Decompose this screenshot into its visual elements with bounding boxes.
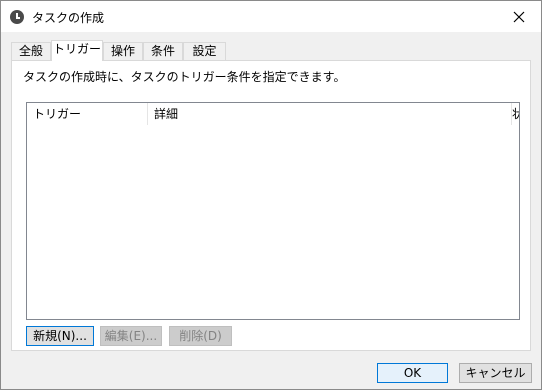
edit-trigger-button[interactable]: 編集(E)...	[100, 326, 162, 346]
title-bar: タスクの作成	[1, 1, 541, 32]
trigger-list[interactable]: トリガー 詳細 状	[26, 102, 520, 320]
tab-settings[interactable]: 設定	[183, 42, 226, 60]
column-header-status[interactable]: 状	[512, 103, 519, 125]
list-header: トリガー 詳細 状	[27, 103, 519, 125]
tab-triggers[interactable]: トリガー	[51, 40, 103, 61]
new-trigger-button[interactable]: 新規(N)...	[26, 326, 94, 346]
window-title: タスクの作成	[32, 11, 105, 25]
cancel-button[interactable]: キャンセル	[459, 363, 532, 383]
tab-conditions[interactable]: 条件	[143, 42, 183, 60]
delete-trigger-button[interactable]: 削除(D)	[169, 326, 232, 346]
close-icon	[513, 11, 525, 23]
tab-actions[interactable]: 操作	[103, 42, 143, 60]
column-header-trigger[interactable]: トリガー	[27, 103, 148, 125]
clock-icon	[10, 10, 24, 24]
ok-button[interactable]: OK	[377, 363, 448, 383]
tab-general[interactable]: 全般	[11, 42, 51, 60]
triggers-panel: タスクの作成時に、タスクのトリガー条件を指定できます。 トリガー 詳細 状 新規…	[11, 60, 531, 351]
close-button[interactable]	[497, 1, 541, 32]
create-task-dialog: タスクの作成 全般 トリガー 操作 条件 設定 タスクの作成時に、タスクのトリガ…	[0, 0, 542, 390]
panel-description: タスクの作成時に、タスクのトリガー条件を指定できます。	[23, 70, 346, 84]
column-header-details[interactable]: 詳細	[148, 103, 512, 125]
